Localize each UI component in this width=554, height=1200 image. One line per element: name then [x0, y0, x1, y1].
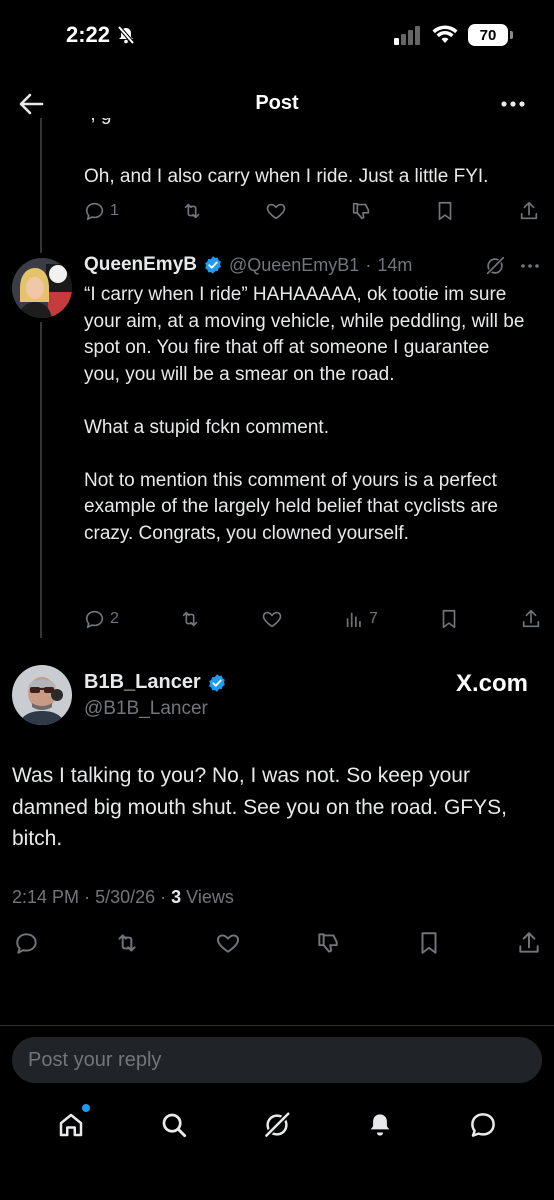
status-bar-time: 2:22: [66, 22, 136, 48]
share-button[interactable]: [518, 200, 540, 222]
cellular-signal-icon: [394, 25, 422, 45]
reply-post-actions: 2 7: [84, 608, 542, 630]
timestamp: 14m: [377, 254, 413, 275]
search-icon: [159, 1110, 189, 1140]
repost-icon: [179, 608, 201, 630]
bookmark-icon: [416, 930, 442, 956]
share-button[interactable]: [516, 930, 542, 956]
dislike-icon: [315, 930, 341, 956]
bell-icon: [365, 1110, 395, 1140]
bookmark-icon: [434, 200, 456, 222]
parent-post-actions: 1: [84, 200, 540, 222]
share-button[interactable]: [520, 608, 542, 630]
repost-icon: [181, 200, 203, 222]
share-icon: [518, 200, 540, 222]
nav-home[interactable]: [56, 1104, 91, 1140]
status-bar-right: 70: [394, 24, 513, 46]
avatar[interactable]: [12, 258, 72, 318]
page-title: Post: [255, 92, 299, 114]
views-label: Views: [186, 887, 234, 907]
reply-post-header: QueenEmyB @QueenEmyB1 · 14m: [84, 254, 412, 276]
reply-count: 2: [110, 610, 119, 627]
like-button[interactable]: [265, 200, 287, 222]
home-icon: [56, 1110, 86, 1140]
notification-dot: [82, 1104, 91, 1112]
divider: [0, 1025, 554, 1026]
nav-messages[interactable]: [468, 1110, 498, 1140]
views-count: 7: [369, 610, 378, 627]
separator-dot: ·: [160, 887, 172, 907]
reply-more-button[interactable]: [520, 263, 540, 269]
thread-line: [40, 118, 42, 253]
bookmark-icon: [438, 608, 460, 630]
clipped-text-fragment: ·, g: [84, 118, 224, 130]
mute-bell-icon: [116, 25, 136, 45]
reply-button[interactable]: 1: [84, 200, 119, 222]
main-post-actions: [14, 930, 542, 956]
handle[interactable]: @B1B_Lancer: [84, 698, 208, 720]
bookmark-button[interactable]: [416, 930, 442, 956]
handle[interactable]: @QueenEmyB1: [229, 255, 359, 276]
repost-icon: [114, 930, 140, 956]
main-post-text: Was I talking to you? No, I was not. So …: [12, 764, 507, 850]
dislike-icon: [350, 200, 372, 222]
nav-grok[interactable]: [262, 1110, 292, 1140]
grok-button[interactable]: [484, 255, 506, 277]
reply-icon: [14, 930, 40, 956]
reply-count: 1: [110, 202, 119, 219]
dislike-button[interactable]: [315, 930, 341, 956]
like-icon: [265, 200, 287, 222]
watermark: X.com: [455, 670, 528, 697]
bottom-nav: [0, 1100, 554, 1150]
share-icon: [520, 608, 542, 630]
messages-icon: [468, 1110, 498, 1140]
share-icon: [516, 930, 542, 956]
post-meta: 2:14 PM · 5/30/26 · 3 Views: [12, 887, 234, 908]
post-date: 5/30/26: [95, 887, 156, 907]
reply-post-text: “I carry when I ride” HAHAAAAA, ok tooti…: [84, 284, 525, 544]
thread-line: [40, 322, 42, 638]
verified-badge-icon: [207, 673, 227, 693]
parent-post-text: Oh, and I also carry when I ride. Just a…: [84, 166, 489, 187]
display-name[interactable]: B1B_Lancer: [84, 671, 201, 694]
reply-button[interactable]: [14, 930, 40, 956]
reply-icon: [84, 200, 106, 222]
separator-dot: ·: [365, 254, 372, 275]
display-name[interactable]: QueenEmyB: [84, 254, 197, 276]
views-icon: [343, 608, 365, 630]
views-count: 3: [171, 887, 182, 907]
bookmark-button[interactable]: [434, 200, 456, 222]
clock-text: 2:22: [66, 22, 111, 47]
grok-icon: [484, 255, 506, 277]
post-time: 2:14 PM: [12, 887, 80, 907]
more-icon: [520, 263, 540, 269]
views-button[interactable]: 7: [343, 608, 378, 630]
main-post-header: B1B_Lancer: [84, 671, 227, 694]
like-button[interactable]: [261, 608, 283, 630]
repost-button[interactable]: [114, 930, 140, 956]
nav-search[interactable]: [159, 1110, 189, 1140]
battery-indicator: 70: [468, 24, 513, 46]
reply-input[interactable]: Post your reply: [12, 1037, 542, 1083]
more-button[interactable]: [500, 100, 526, 108]
repost-button[interactable]: [179, 608, 201, 630]
repost-button[interactable]: [181, 200, 203, 222]
separator-dot: ·: [84, 887, 96, 907]
bookmark-button[interactable]: [438, 608, 460, 630]
avatar[interactable]: [12, 665, 72, 725]
reply-icon: [84, 608, 106, 630]
reply-button[interactable]: 2: [84, 608, 119, 630]
grok-icon: [262, 1110, 292, 1140]
more-icon: [500, 100, 526, 108]
nav-notifications[interactable]: [365, 1110, 395, 1140]
verified-badge-icon: [203, 255, 223, 275]
like-icon: [215, 930, 241, 956]
dislike-button[interactable]: [350, 200, 372, 222]
like-icon: [261, 608, 283, 630]
wifi-icon: [432, 25, 458, 45]
reply-placeholder: Post your reply: [28, 1048, 162, 1071]
like-button[interactable]: [215, 930, 241, 956]
